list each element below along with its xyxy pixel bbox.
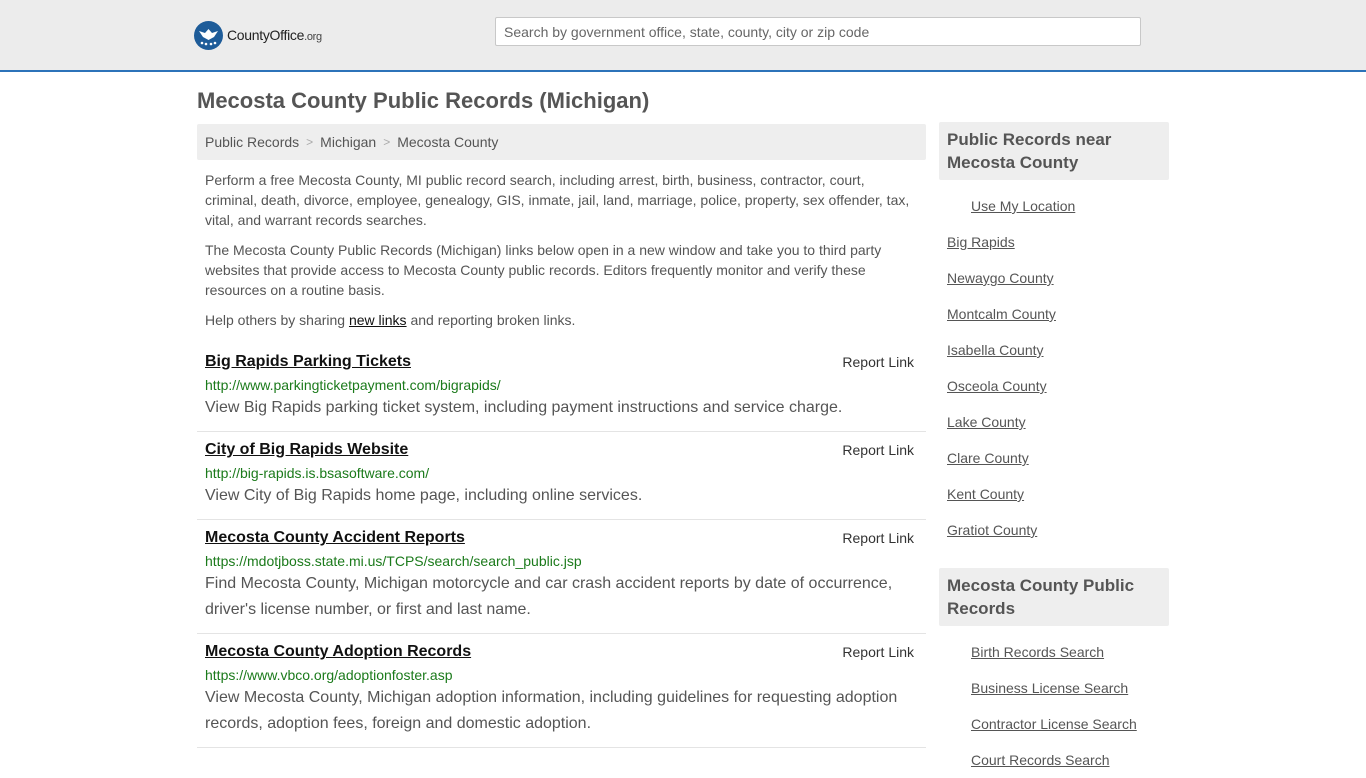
sidebar-item-newaygo-county[interactable]: Newaygo County xyxy=(947,270,1054,286)
breadcrumb-separator-icon: > xyxy=(383,135,391,149)
intro-paragraph-1: Perform a free Mecosta County, MI public… xyxy=(205,172,910,228)
record-url: http://www.parkingticketpayment.com/bigr… xyxy=(205,377,501,393)
record-title-link[interactable]: Mecosta County Adoption Records xyxy=(205,640,471,664)
use-my-location-link[interactable]: Use My Location xyxy=(971,198,1075,214)
record-item: Mecosta County Adoption Records Report L… xyxy=(197,634,926,748)
record-title-link[interactable]: Mecosta County Accident Reports xyxy=(205,526,465,550)
records-list: Big Rapids Parking Tickets Report Link h… xyxy=(197,350,926,748)
record-url: https://mdotjboss.state.mi.us/TCPS/searc… xyxy=(205,553,582,569)
sidebar-county-heading: Mecosta County Public Records xyxy=(939,568,1169,626)
list-item: Lake County xyxy=(939,404,1169,440)
sidebar-nearby-heading: Public Records near Mecosta County xyxy=(939,122,1169,180)
site-logo[interactable]: CountyOffice.org xyxy=(194,20,322,50)
record-item: City of Big Rapids Website Report Link h… xyxy=(197,432,926,520)
record-item: Big Rapids Parking Tickets Report Link h… xyxy=(197,350,926,432)
sidebar-item-contractor-license[interactable]: Contractor License Search xyxy=(971,716,1137,732)
intro-text: Perform a free Mecosta County, MI public… xyxy=(197,170,926,330)
breadcrumb-mecosta-county[interactable]: Mecosta County xyxy=(397,134,498,150)
record-item: Mecosta County Accident Reports Report L… xyxy=(197,520,926,634)
sidebar: Public Records near Mecosta County Use M… xyxy=(939,122,1169,778)
intro-paragraph-3: Help others by sharing new links and rep… xyxy=(205,310,918,330)
sidebar-nearby-list: Use My Location Big Rapids Newaygo Count… xyxy=(939,188,1169,548)
list-item: Clare County xyxy=(939,440,1169,476)
sidebar-item-osceola-county[interactable]: Osceola County xyxy=(947,378,1047,394)
list-item: Newaygo County xyxy=(939,260,1169,296)
sidebar-item-big-rapids[interactable]: Big Rapids xyxy=(947,234,1015,250)
record-description: View Mecosta County, Michigan adoption i… xyxy=(205,689,898,732)
intro-p3-after: and reporting broken links. xyxy=(406,312,576,328)
list-item: Osceola County xyxy=(939,368,1169,404)
list-item: Court Records Search xyxy=(939,742,1169,778)
sidebar-item-montcalm-county[interactable]: Montcalm County xyxy=(947,306,1056,322)
sidebar-item-kent-county[interactable]: Kent County xyxy=(947,486,1024,502)
sidebar-item-lake-county[interactable]: Lake County xyxy=(947,414,1026,430)
intro-p3-before: Help others by sharing xyxy=(205,312,349,328)
list-item: Big Rapids xyxy=(939,224,1169,260)
list-item: Isabella County xyxy=(939,332,1169,368)
list-item: Kent County xyxy=(939,476,1169,512)
sidebar-item-clare-county[interactable]: Clare County xyxy=(947,450,1029,466)
list-item: Contractor License Search xyxy=(939,706,1169,742)
sidebar-item-gratiot-county[interactable]: Gratiot County xyxy=(947,522,1037,538)
record-url: http://big-rapids.is.bsasoftware.com/ xyxy=(205,465,430,481)
main-content: Public Records > Michigan > Mecosta Coun… xyxy=(197,124,926,748)
record-description: Find Mecosta County, Michigan motorcycle… xyxy=(205,575,893,618)
report-link-button[interactable]: Report Link xyxy=(842,640,914,664)
search-input[interactable] xyxy=(495,17,1141,46)
header-bar: CountyOffice.org xyxy=(0,0,1366,72)
list-item: Birth Records Search xyxy=(939,634,1169,670)
logo-wordmark: CountyOffice.org xyxy=(227,27,322,43)
record-description: View Big Rapids parking ticket system, i… xyxy=(205,399,843,416)
breadcrumb-public-records[interactable]: Public Records xyxy=(205,134,299,150)
logo-text: CountyOffice xyxy=(227,27,305,43)
sidebar-county-list: Birth Records Search Business License Se… xyxy=(939,634,1169,778)
list-item: Gratiot County xyxy=(939,512,1169,548)
record-url: https://www.vbco.org/adoptionfoster.asp xyxy=(205,667,453,683)
list-item: Use My Location xyxy=(939,188,1169,224)
page-title: Mecosta County Public Records (Michigan) xyxy=(197,88,650,113)
record-title-link[interactable]: Big Rapids Parking Tickets xyxy=(205,350,411,374)
intro-paragraph-2: The Mecosta County Public Records (Michi… xyxy=(205,242,882,298)
sidebar-item-birth-records[interactable]: Birth Records Search xyxy=(971,644,1104,660)
record-title-link[interactable]: City of Big Rapids Website xyxy=(205,438,408,462)
sidebar-item-business-license[interactable]: Business License Search xyxy=(971,680,1128,696)
sidebar-item-court-records[interactable]: Court Records Search xyxy=(971,752,1110,768)
list-item: Montcalm County xyxy=(939,296,1169,332)
breadcrumb-michigan[interactable]: Michigan xyxy=(320,134,376,150)
new-links-link[interactable]: new links xyxy=(349,312,407,328)
record-description: View City of Big Rapids home page, inclu… xyxy=(205,487,643,504)
breadcrumb-separator-icon: > xyxy=(306,135,314,149)
report-link-button[interactable]: Report Link xyxy=(842,438,914,462)
list-item: Business License Search xyxy=(939,670,1169,706)
report-link-button[interactable]: Report Link xyxy=(842,526,914,550)
report-link-button[interactable]: Report Link xyxy=(842,350,914,374)
breadcrumb: Public Records > Michigan > Mecosta Coun… xyxy=(197,124,926,160)
sidebar-item-isabella-county[interactable]: Isabella County xyxy=(947,342,1044,358)
logo-eagle-icon xyxy=(194,20,223,50)
logo-suffix: .org xyxy=(304,31,322,43)
